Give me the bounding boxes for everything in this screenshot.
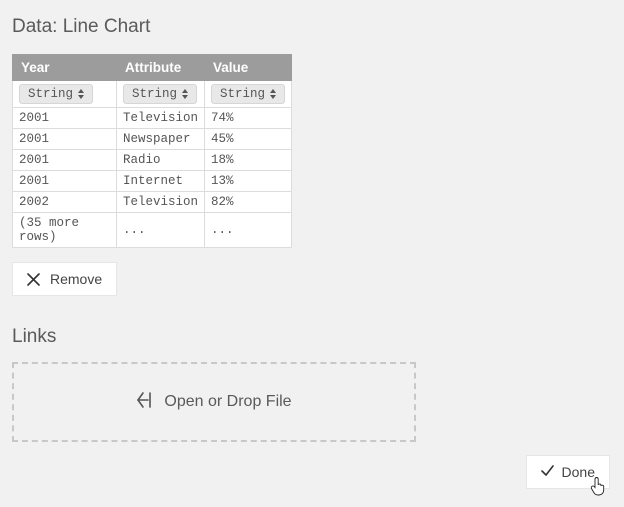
cell-value: 18% <box>205 150 292 171</box>
cell-year: 2001 <box>13 171 117 192</box>
table-header-row: Year Attribute Value <box>13 55 292 81</box>
type-label: String <box>220 87 265 101</box>
table-row: 2002 Television 82% <box>13 192 292 213</box>
cell-attribute: Television <box>117 108 205 129</box>
col-header-value[interactable]: Value <box>205 55 292 81</box>
more-ellipsis: ... <box>205 213 292 248</box>
remove-button[interactable]: Remove <box>12 262 117 296</box>
cell-year: 2001 <box>13 108 117 129</box>
import-icon <box>136 391 154 414</box>
type-label: String <box>28 87 73 101</box>
table-row: 2001 Internet 13% <box>13 171 292 192</box>
table-row: 2001 Television 74% <box>13 108 292 129</box>
data-table: Year Attribute Value String String <box>12 54 292 248</box>
cell-value: 74% <box>205 108 292 129</box>
links-title: Links <box>12 326 612 348</box>
sort-icon <box>270 89 276 99</box>
check-icon <box>541 464 554 480</box>
cell-attribute: Internet <box>117 171 205 192</box>
table-type-row: String String String <box>13 81 292 108</box>
dropzone-label: Open or Drop File <box>164 393 291 411</box>
table-row: 2001 Newspaper 45% <box>13 129 292 150</box>
more-rows-label: (35 more rows) <box>13 213 117 248</box>
page-title: Data: Line Chart <box>12 16 612 38</box>
col-header-year[interactable]: Year <box>13 55 117 81</box>
close-icon <box>27 273 40 286</box>
cell-value: 13% <box>205 171 292 192</box>
done-label: Done <box>562 464 595 480</box>
remove-label: Remove <box>50 271 102 287</box>
cell-year: 2001 <box>13 150 117 171</box>
cell-attribute: Radio <box>117 150 205 171</box>
type-label: String <box>132 87 177 101</box>
sort-icon <box>182 89 188 99</box>
type-selector-year[interactable]: String <box>19 84 93 104</box>
table-row: 2001 Radio 18% <box>13 150 292 171</box>
cell-year: 2002 <box>13 192 117 213</box>
open-or-drop-file[interactable]: Open or Drop File <box>12 362 416 442</box>
done-button[interactable]: Done <box>526 455 610 489</box>
col-header-attribute[interactable]: Attribute <box>117 55 205 81</box>
cell-value: 82% <box>205 192 292 213</box>
cell-value: 45% <box>205 129 292 150</box>
sort-icon <box>78 89 84 99</box>
cell-attribute: Newspaper <box>117 129 205 150</box>
cell-attribute: Television <box>117 192 205 213</box>
table-more-row[interactable]: (35 more rows) ... ... <box>13 213 292 248</box>
type-selector-attribute[interactable]: String <box>123 84 197 104</box>
more-ellipsis: ... <box>117 213 205 248</box>
type-selector-value[interactable]: String <box>211 84 285 104</box>
cell-year: 2001 <box>13 129 117 150</box>
